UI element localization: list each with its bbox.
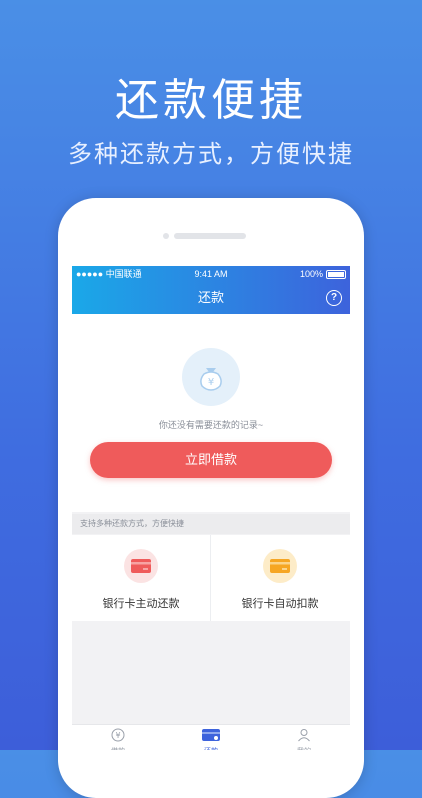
empty-state-text: 你还没有需要还款的记录~ xyxy=(158,420,264,430)
tab-mine[interactable]: 我的 xyxy=(258,728,350,750)
method-auto-debit[interactable]: 银行卡自动扣款 xyxy=(211,535,349,621)
method-label: 银行卡自动扣款 xyxy=(241,598,319,610)
battery-icon xyxy=(326,269,346,279)
yen-circle-icon: ¥ xyxy=(111,728,125,742)
bank-card-icon xyxy=(124,549,158,583)
methods-header: 支持多种还款方式，方便快捷 xyxy=(72,514,350,534)
money-bag-icon: ¥ xyxy=(182,348,240,406)
bank-card-icon xyxy=(263,549,297,583)
method-active-repay[interactable]: 银行卡主动还款 xyxy=(72,535,211,621)
repayment-methods: 银行卡主动还款 银行卡自动扣款 xyxy=(72,535,350,621)
borrow-now-button[interactable]: 立即借款 xyxy=(90,442,332,478)
phone-speaker xyxy=(163,233,246,239)
svg-text:¥: ¥ xyxy=(208,377,214,388)
app-screen: ●●●●● 中国联通 9:41 AM 100% 还款 ? ¥ 你还没有需要还款的… xyxy=(72,266,350,750)
empty-state-section: ¥ 你还没有需要还款的记录~ 立即借款 xyxy=(72,314,350,512)
help-icon[interactable]: ? xyxy=(326,290,342,306)
battery-percent: 100% xyxy=(299,269,323,279)
tab-repay[interactable]: 还款 xyxy=(165,728,257,750)
battery-status: 100% xyxy=(300,268,346,280)
card-tab-icon xyxy=(202,729,220,741)
method-label: 银行卡主动还款 xyxy=(102,598,180,610)
phone-camera xyxy=(163,233,169,239)
nav-bar: ●●●●● 中国联通 9:41 AM 100% 还款 ? xyxy=(72,266,350,314)
tab-bar: ¥ 借款 还款 我的 xyxy=(72,724,350,750)
hero-subtitle: 多种还款方式，方便快捷 xyxy=(68,141,354,168)
tab-borrow[interactable]: ¥ 借款 xyxy=(72,728,164,750)
svg-text:¥: ¥ xyxy=(115,731,120,740)
hero-title: 还款便捷 xyxy=(115,76,307,125)
user-icon xyxy=(298,729,310,742)
page-title: 还款 xyxy=(197,290,224,305)
